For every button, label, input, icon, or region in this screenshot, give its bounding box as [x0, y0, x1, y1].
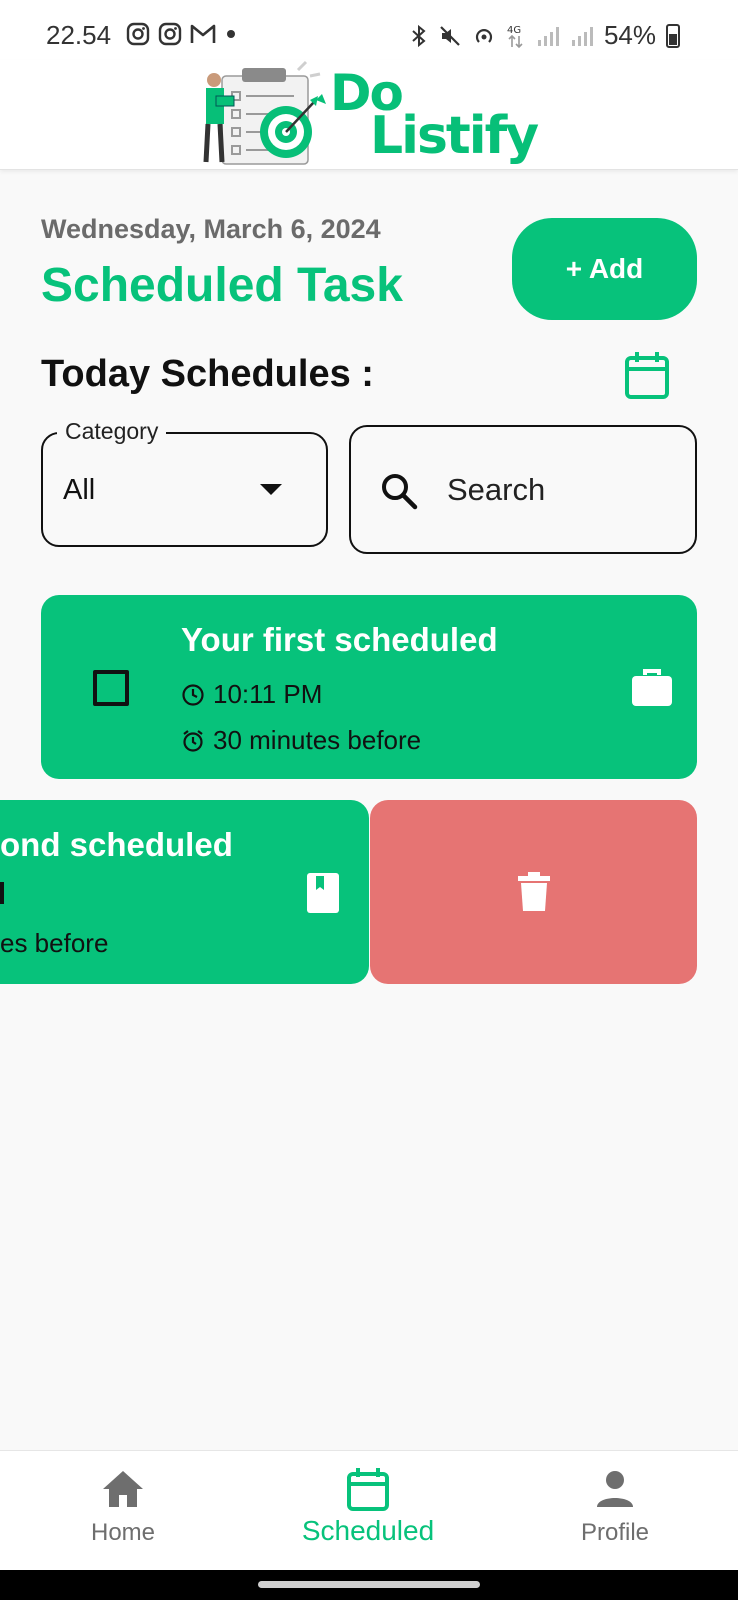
calendar-icon — [347, 1468, 389, 1511]
nav-scheduled[interactable]: Scheduled — [268, 1451, 468, 1571]
task-time-row — [0, 882, 4, 904]
current-date: Wednesday, March 6, 2024 — [41, 214, 381, 244]
section-title: Today Schedules : — [41, 353, 374, 395]
task-checkbox[interactable] — [93, 670, 129, 706]
network-4g-icon: 4G — [507, 25, 523, 48]
task-reminder-row: 30 minutes before — [181, 725, 421, 756]
svg-text:4G: 4G — [507, 25, 521, 36]
nav-profile[interactable]: Profile — [515, 1451, 715, 1571]
bottom-navigation: Home Scheduled Profile — [0, 1450, 738, 1570]
task-card[interactable]: ond scheduled es before — [0, 800, 369, 984]
search-input[interactable] — [447, 465, 677, 515]
nav-profile-label: Profile — [580, 1519, 650, 1546]
logo-text-listify: Listify — [370, 106, 539, 166]
status-time: 22.54 — [46, 20, 112, 50]
alarm-icon — [183, 729, 203, 752]
task-time: 10:11 PM — [213, 679, 323, 709]
system-icons: 4G 54% — [410, 20, 680, 51]
page-title: Scheduled Task — [41, 259, 403, 312]
home-icon — [103, 1471, 143, 1507]
task-time-partial — [0, 882, 4, 904]
task-reminder: 30 minutes before — [213, 725, 422, 755]
task-reminder-row: es before — [0, 928, 108, 959]
category-label: Category — [57, 418, 167, 445]
clock-icon — [182, 683, 204, 706]
search-icon — [382, 474, 418, 510]
bluetooth-icon — [412, 24, 426, 47]
system-gesture-bar — [0, 1570, 738, 1600]
task-title: ond scheduled — [0, 826, 233, 863]
calendar-icon[interactable] — [624, 350, 670, 400]
home-gesture-handle[interactable] — [258, 1581, 480, 1588]
nav-home[interactable]: Home — [23, 1451, 223, 1571]
delete-action[interactable] — [370, 800, 697, 984]
nav-home-label: Home — [90, 1519, 156, 1546]
notification-icons — [126, 22, 238, 46]
hotspot-icon — [475, 28, 492, 43]
nav-scheduled-label: Scheduled — [301, 1515, 435, 1546]
caret-down-icon — [260, 484, 282, 495]
trash-icon — [517, 872, 550, 911]
signal-icon — [537, 26, 559, 46]
book-icon — [307, 873, 339, 913]
battery-icon — [666, 23, 680, 48]
gmail-icon — [190, 24, 216, 43]
category-dropdown[interactable]: Category All — [41, 418, 328, 547]
task-card[interactable]: Your first scheduled 10:11 PM 30 minutes… — [41, 595, 697, 779]
task-reminder: es before — [0, 928, 109, 958]
add-task-button[interactable]: + Add — [512, 218, 697, 320]
status-bar: 22.54 4G 54% — [0, 0, 738, 60]
task-time-row: 10:11 PM — [181, 679, 322, 710]
person-icon — [597, 1471, 633, 1507]
briefcase-icon — [632, 669, 672, 706]
dot-icon — [227, 30, 235, 38]
battery-percent: 54% — [603, 20, 656, 50]
search-box[interactable] — [349, 425, 697, 554]
category-value: All — [63, 474, 96, 506]
signal-icon — [571, 26, 593, 46]
app-header: Do Listify — [0, 60, 738, 170]
mute-icon — [440, 25, 460, 46]
instagram-icon — [126, 22, 150, 46]
task-title: Your first scheduled — [181, 621, 498, 658]
instagram-icon — [158, 22, 182, 46]
